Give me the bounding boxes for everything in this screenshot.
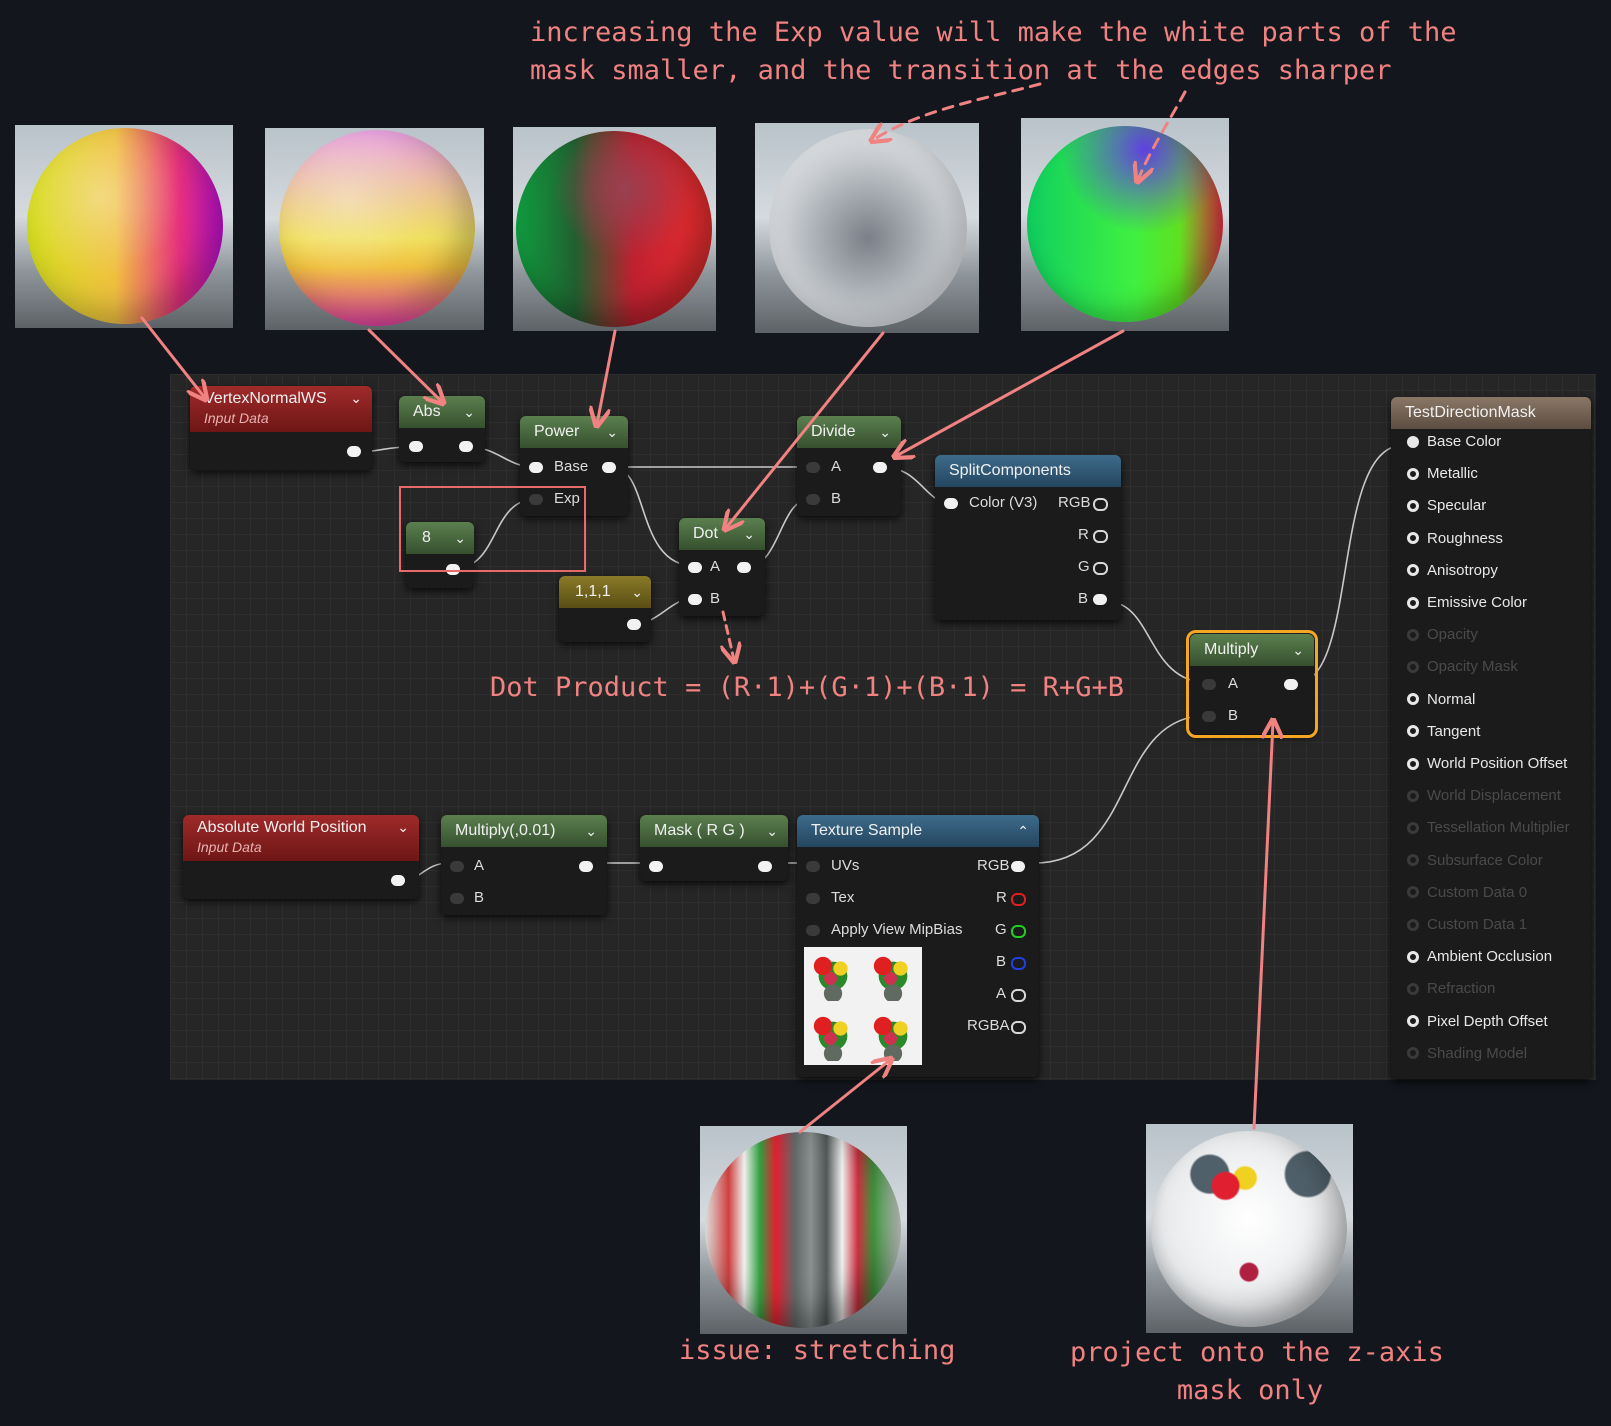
arrow-to-dot (726, 331, 885, 528)
arrow-dot-note (723, 610, 734, 660)
arrow-to-abs (367, 328, 442, 402)
arrow-exp-dashed-2 (1138, 90, 1187, 180)
arrow-to-divide (896, 329, 1125, 456)
arrow-to-texture-preview (798, 1060, 890, 1134)
arrow-to-vertexnormal (140, 316, 205, 398)
arrow-to-power (597, 329, 617, 424)
arrow-exp-dashed-1 (873, 82, 1042, 140)
arrow-to-multiply (1252, 722, 1273, 1130)
annotation-arrows (140, 82, 1611, 1134)
